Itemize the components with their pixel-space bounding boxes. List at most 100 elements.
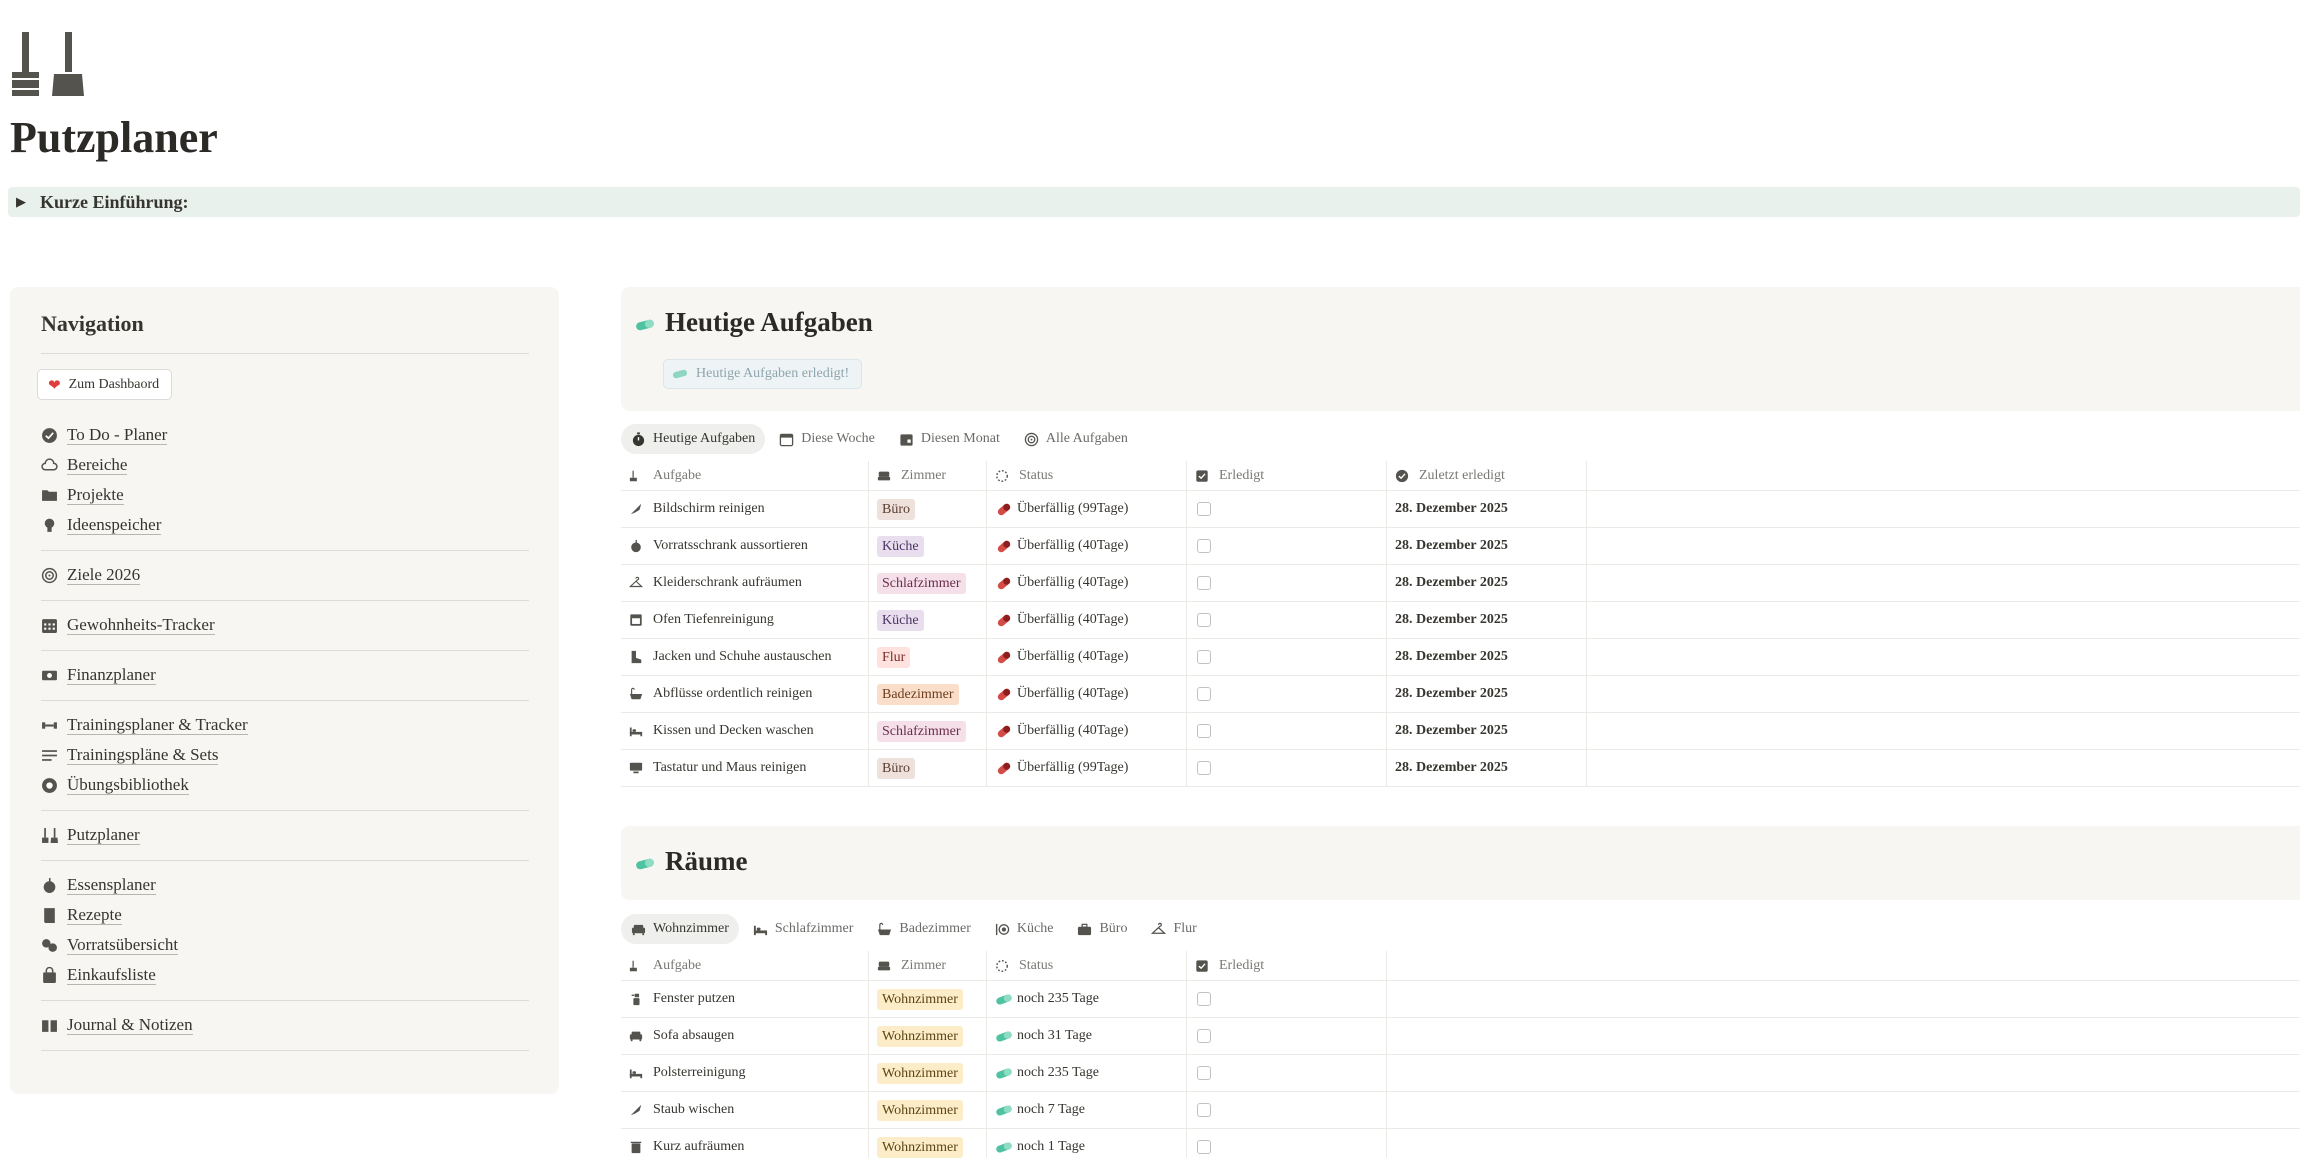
- room-cell[interactable]: Büro: [869, 750, 987, 786]
- nav-link-projekte[interactable]: Projekte: [41, 480, 539, 510]
- done-checkbox[interactable]: [1197, 724, 1211, 738]
- task-name: Polsterreinigung: [653, 1065, 746, 1080]
- nav-link-ideenspeicher[interactable]: Ideenspeicher: [41, 510, 539, 540]
- tab-flur[interactable]: Flur: [1141, 914, 1206, 944]
- tab-büro[interactable]: Büro: [1067, 914, 1137, 944]
- pill-icon: [672, 369, 688, 379]
- column-erledigt[interactable]: Erledigt: [1187, 461, 1387, 490]
- room-cell[interactable]: Flur: [869, 639, 987, 675]
- intro-toggle[interactable]: ▶ Kurze Einführung:: [8, 187, 2300, 217]
- task-cell[interactable]: Kleiderschrank aufräumen: [621, 565, 869, 601]
- table-row: Kleiderschrank aufräumen Schlafzimmer Über…: [621, 565, 2300, 602]
- toggle-triangle-icon[interactable]: ▶: [16, 195, 40, 210]
- nav-link-rezepte[interactable]: Rezepte: [41, 900, 539, 930]
- done-checkbox[interactable]: [1197, 1103, 1211, 1117]
- pill-icon: [635, 307, 655, 338]
- room-cell[interactable]: Wohnzimmer: [869, 1092, 987, 1128]
- status-spinner-icon: [995, 469, 1013, 483]
- page-title: Putzplaner: [10, 113, 218, 162]
- done-checkbox[interactable]: [1197, 650, 1211, 664]
- done-checkbox[interactable]: [1197, 1066, 1211, 1080]
- tab-wohnzimmer[interactable]: Wohnzimmer: [621, 914, 739, 944]
- tab-heutige-aufgaben[interactable]: Heutige Aufgaben: [621, 424, 766, 454]
- tab-label: Heutige Aufgaben: [653, 431, 756, 446]
- status-text: Überfällig (99Tage): [1017, 760, 1129, 775]
- dashboard-button[interactable]: ❤ Zum Dashbaord: [37, 369, 173, 400]
- nav-link-putzplaner[interactable]: Putzplaner: [41, 820, 539, 850]
- today-done-button[interactable]: Heutige Aufgaben erledigt!: [663, 359, 863, 389]
- task-cell[interactable]: Fenster putzen: [621, 981, 869, 1017]
- room-cell[interactable]: Küche: [869, 528, 987, 564]
- column-erledigt[interactable]: Erledigt: [1187, 951, 1387, 980]
- sofa-icon: [631, 922, 646, 937]
- task-cell[interactable]: Jacken und Schuhe austauschen: [621, 639, 869, 675]
- room-cell[interactable]: Schlafzimmer: [869, 565, 987, 601]
- done-checkbox[interactable]: [1197, 1140, 1211, 1154]
- nav-link-trainingsplaner-tracker[interactable]: Trainingsplaner & Tracker: [41, 710, 539, 740]
- task-cell[interactable]: Kurz aufräumen: [621, 1129, 869, 1158]
- today-done-button-label: Heutige Aufgaben erledigt!: [696, 366, 850, 381]
- room-cell[interactable]: Schlafzimmer: [869, 713, 987, 749]
- column-zuletzt-erledigt[interactable]: Zuletzt erledigt: [1387, 461, 1587, 490]
- room-cell[interactable]: Wohnzimmer: [869, 1018, 987, 1054]
- nav-link-label: Trainingsplaner & Tracker: [67, 715, 248, 735]
- task-cell[interactable]: Bildschirm reinigen: [621, 491, 869, 527]
- room-cell[interactable]: Büro: [869, 491, 987, 527]
- task-cell[interactable]: Abflüsse ordentlich reinigen: [621, 676, 869, 712]
- column-status[interactable]: Status: [987, 951, 1187, 980]
- pill-icon: [995, 992, 1017, 1007]
- nav-link-to-do-planer[interactable]: To Do - Planer: [41, 420, 539, 450]
- room-cell[interactable]: Badezimmer: [869, 676, 987, 712]
- task-cell[interactable]: Polsterreinigung: [621, 1055, 869, 1091]
- done-checkbox[interactable]: [1197, 761, 1211, 775]
- task-name: Tastatur und Maus reinigen: [653, 760, 807, 775]
- task-cell[interactable]: Kissen und Decken waschen: [621, 713, 869, 749]
- status-cell: Überfällig (40Tage): [987, 602, 1187, 638]
- nav-link-vorratsübersicht[interactable]: Vorratsübersicht: [41, 930, 539, 960]
- nav-link-essensplaner[interactable]: Essensplaner: [41, 870, 539, 900]
- done-cell: [1187, 1092, 1387, 1128]
- nav-link-einkaufsliste[interactable]: Einkaufsliste: [41, 960, 539, 990]
- tab-küche[interactable]: Küche: [985, 914, 1064, 944]
- done-checkbox[interactable]: [1197, 539, 1211, 553]
- done-checkbox[interactable]: [1197, 576, 1211, 590]
- tab-badezimmer[interactable]: Badezimmer: [867, 914, 981, 944]
- nav-link-ziele-2026[interactable]: Ziele 2026: [41, 560, 539, 590]
- table-row: Ofen Tiefenreinigung Küche Überfällig (40T…: [621, 602, 2300, 639]
- nav-link-gewohnheits-tracker[interactable]: Gewohnheits-Tracker: [41, 610, 539, 640]
- tab-diese-woche[interactable]: Diese Woche: [769, 424, 885, 454]
- task-cell[interactable]: Vorratsschrank aussortieren: [621, 528, 869, 564]
- task-cell[interactable]: Sofa absaugen: [621, 1018, 869, 1054]
- column-zimmer[interactable]: Zimmer: [869, 461, 987, 490]
- nav-link-trainingspläne-sets[interactable]: Trainingspläne & Sets: [41, 740, 539, 770]
- tab-diesen-monat[interactable]: Diesen Monat: [889, 424, 1010, 454]
- room-cell[interactable]: Wohnzimmer: [869, 1129, 987, 1158]
- column-aufgabe[interactable]: Aufgabe: [621, 951, 869, 980]
- tab-label: Büro: [1099, 921, 1128, 936]
- nav-link-bereiche[interactable]: Bereiche: [41, 450, 539, 480]
- tab-schlafzimmer[interactable]: Schlafzimmer: [743, 914, 864, 944]
- nav-link-übungsbibliothek[interactable]: Übungsbibliothek: [41, 770, 539, 800]
- nav-link-finanzplaner[interactable]: Finanzplaner: [41, 660, 539, 690]
- task-cell[interactable]: Staub wischen: [621, 1092, 869, 1128]
- column-status[interactable]: Status: [987, 461, 1187, 490]
- task-name: Sofa absaugen: [653, 1028, 735, 1043]
- room-cell[interactable]: Küche: [869, 602, 987, 638]
- column-zimmer[interactable]: Zimmer: [869, 951, 987, 980]
- done-checkbox[interactable]: [1197, 502, 1211, 516]
- done-checkbox[interactable]: [1197, 1029, 1211, 1043]
- room-cell[interactable]: Wohnzimmer: [869, 1055, 987, 1091]
- done-checkbox[interactable]: [1197, 687, 1211, 701]
- room-cell[interactable]: Wohnzimmer: [869, 981, 987, 1017]
- nav-link-label: Ideenspeicher: [67, 515, 162, 535]
- tab-alle-aufgaben[interactable]: Alle Aufgaben: [1014, 424, 1138, 454]
- task-cell[interactable]: Tastatur und Maus reinigen: [621, 750, 869, 786]
- done-checkbox[interactable]: [1197, 992, 1211, 1006]
- row-spacer: [1587, 639, 2300, 675]
- column-aufgabe[interactable]: Aufgabe: [621, 461, 869, 490]
- task-cell[interactable]: Ofen Tiefenreinigung: [621, 602, 869, 638]
- done-checkbox[interactable]: [1197, 613, 1211, 627]
- done-cell: [1187, 528, 1387, 564]
- row-spacer: [1587, 602, 2300, 638]
- nav-link-journal-notizen[interactable]: Journal & Notizen: [41, 1010, 539, 1040]
